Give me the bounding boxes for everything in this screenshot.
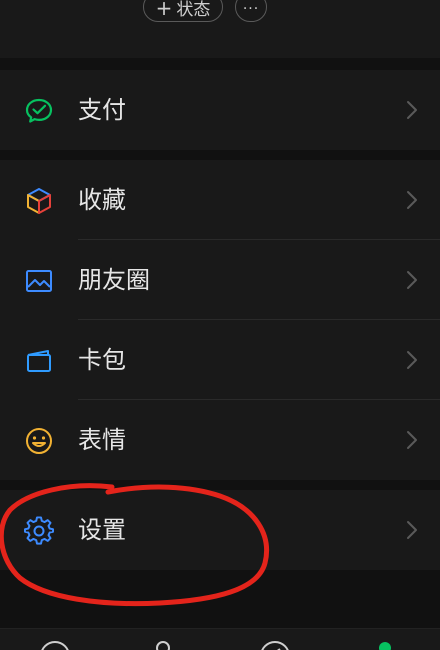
menu-item-moments[interactable]: 朋友圈 bbox=[0, 240, 440, 320]
menu-item-favorites[interactable]: 收藏 bbox=[0, 160, 440, 240]
more-dots-icon: ··· bbox=[242, 1, 260, 17]
menu-item-cards[interactable]: 卡包 bbox=[0, 320, 440, 400]
menu-item-settings[interactable]: 设置 bbox=[0, 490, 440, 570]
me-screen: + 状态 ··· 支付 收藏 朋友圈 卡包 表情 设置 bbox=[0, 0, 440, 650]
bottom-tab-bar bbox=[0, 628, 440, 650]
wechat-pay-icon bbox=[25, 98, 53, 123]
wallet-card-icon bbox=[27, 350, 51, 372]
discover-tab-icon[interactable] bbox=[258, 639, 292, 650]
smiley-icon bbox=[26, 428, 52, 454]
chat-tab-icon[interactable] bbox=[38, 639, 72, 650]
menu-item-stickers[interactable]: 表情 bbox=[0, 400, 440, 480]
menu-item-pay[interactable]: 支付 bbox=[0, 70, 440, 150]
chevron-right-icon bbox=[407, 431, 417, 449]
menu-item-label: 朋友圈 bbox=[78, 266, 150, 294]
chevron-right-icon bbox=[407, 521, 417, 539]
chevron-right-icon bbox=[407, 101, 417, 119]
cube-icon bbox=[27, 188, 51, 214]
image-icon bbox=[26, 270, 52, 292]
me-tab-icon[interactable] bbox=[368, 639, 402, 650]
menu-item-label: 表情 bbox=[78, 426, 126, 454]
more-button[interactable]: ··· bbox=[235, 0, 267, 22]
menu-item-label: 卡包 bbox=[78, 346, 126, 374]
menu-item-label: 设置 bbox=[78, 516, 126, 544]
status-label: 状态 bbox=[176, 0, 211, 20]
gear-icon bbox=[24, 516, 54, 545]
plus-icon: + bbox=[155, 0, 173, 20]
contacts-tab-icon[interactable] bbox=[146, 639, 180, 650]
status-button[interactable]: + 状态 bbox=[143, 0, 223, 22]
group-settings: 设置 bbox=[0, 490, 440, 570]
chevron-right-icon bbox=[407, 271, 417, 289]
profile-header: + 状态 ··· bbox=[0, 0, 440, 58]
chevron-right-icon bbox=[407, 351, 417, 369]
menu-item-label: 收藏 bbox=[78, 186, 126, 214]
menu-item-label: 支付 bbox=[78, 96, 126, 124]
group-pay: 支付 bbox=[0, 70, 440, 150]
group-services: 收藏 朋友圈 卡包 表情 bbox=[0, 160, 440, 480]
chevron-right-icon bbox=[407, 191, 417, 209]
